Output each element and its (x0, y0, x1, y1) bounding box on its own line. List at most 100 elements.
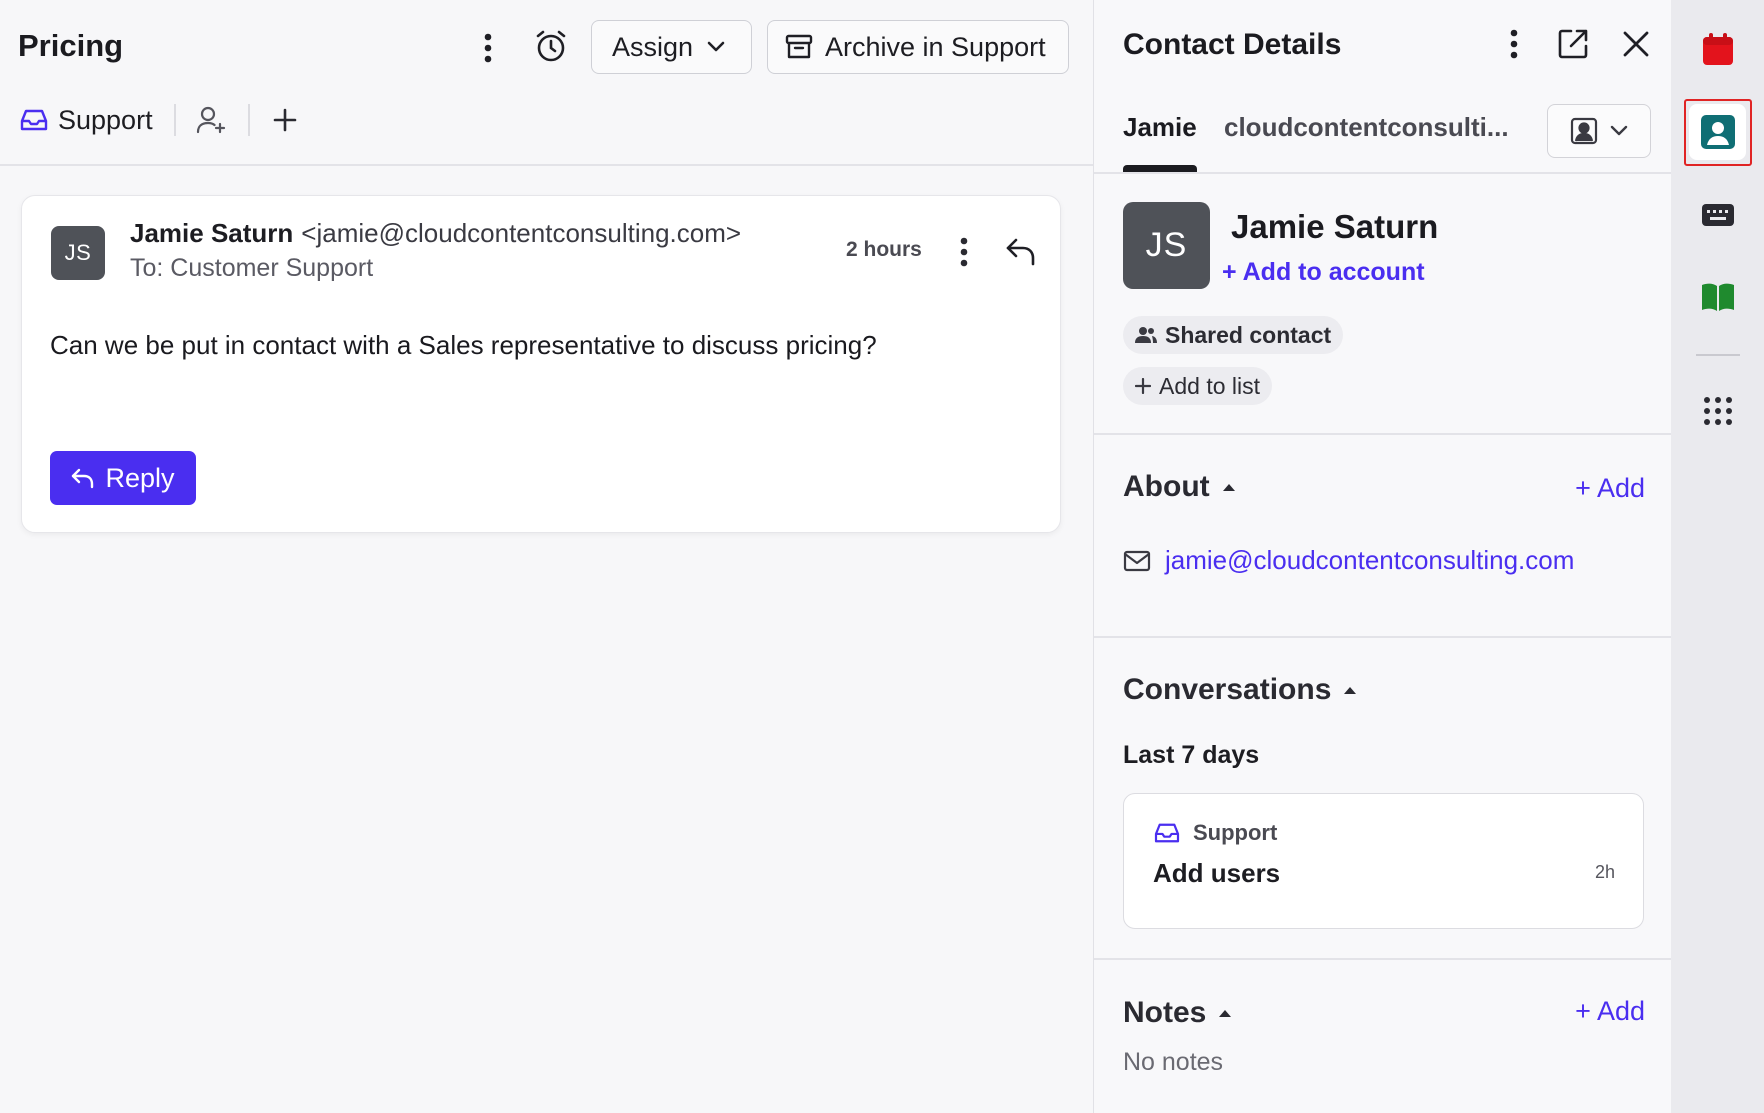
section-divider (1094, 433, 1672, 435)
contact-email-row: jamie@cloudcontentconsulting.com (1123, 545, 1574, 576)
alarm-clock-icon (533, 29, 569, 65)
shared-contact-label: Shared contact (1165, 321, 1332, 348)
conversation-pane: Pricing Assign Archive in Support Suppor… (0, 0, 1093, 1113)
add-to-list-button[interactable]: Add to list (1123, 367, 1272, 405)
app-rail (1671, 0, 1764, 1113)
notes-title: Notes (1123, 996, 1207, 1029)
archive-button[interactable]: Archive in Support (767, 20, 1069, 74)
message-card: JS Jamie Saturn <jamie@cloudcontentconsul… (21, 195, 1061, 533)
calendar-app-button[interactable] (1693, 24, 1743, 74)
sender-email: <jamie@cloudcontentconsulting.com> (301, 218, 742, 248)
users-icon (1135, 326, 1157, 344)
assign-label: Assign (612, 31, 694, 62)
assign-button[interactable]: Assign (591, 20, 752, 74)
inbox-icon (1153, 822, 1181, 844)
caret-up-icon (1343, 685, 1357, 695)
kebab-icon (1510, 29, 1518, 59)
contacts-app-button[interactable] (1689, 104, 1746, 160)
book-icon (1701, 282, 1735, 312)
add-participant-button[interactable] (194, 102, 228, 138)
contact-card-icon (1700, 114, 1736, 150)
inbox-tag[interactable]: Support (20, 100, 153, 140)
panel-title: Contact Details (1123, 28, 1342, 61)
recipient-line: To: Customer Support (130, 254, 374, 282)
conversation-title: Pricing (18, 28, 124, 63)
inbox-label: Support (58, 104, 153, 135)
rail-divider (1696, 354, 1740, 356)
active-tab-indicator (1123, 165, 1197, 172)
section-divider (1094, 958, 1672, 960)
calendar-icon (1702, 32, 1734, 66)
toolbar-divider (0, 164, 1093, 166)
plus-icon (1135, 378, 1151, 394)
archive-label: Archive in Support (825, 31, 1046, 62)
avatar: JS (51, 226, 105, 280)
user-plus-icon (196, 106, 226, 134)
divider (248, 104, 250, 136)
popout-button[interactable] (1553, 24, 1593, 64)
reply-label: Reply (105, 462, 175, 493)
conversation-item[interactable]: Support Add users 2h (1123, 793, 1644, 929)
quick-reply-button[interactable] (1002, 232, 1040, 270)
contact-name: Jamie Saturn (1231, 208, 1439, 245)
conversation-inbox: Support (1153, 820, 1277, 846)
shared-contact-badge: Shared contact (1123, 316, 1344, 354)
shortcuts-app-button[interactable] (1693, 190, 1743, 240)
conversation-inbox-label: Support (1193, 820, 1278, 845)
external-link-icon (1556, 27, 1590, 61)
caret-up-icon (1218, 1008, 1232, 1018)
conversations-title: Conversations (1123, 673, 1332, 706)
close-icon (1622, 30, 1650, 58)
reply-button[interactable]: Reply (50, 451, 196, 505)
notes-section-toggle[interactable]: Notes (1123, 996, 1232, 1030)
panel-more-button[interactable] (1502, 26, 1526, 62)
about-title: About (1123, 470, 1210, 503)
mail-icon (1123, 550, 1151, 572)
caret-up-icon (1222, 482, 1236, 492)
sender-name[interactable]: Jamie Saturn (130, 218, 293, 248)
contact-card-icon (1570, 117, 1598, 145)
tab-account[interactable]: cloudcontentconsulti... (1224, 112, 1514, 143)
about-section-toggle[interactable]: About (1123, 470, 1236, 504)
snooze-button[interactable] (530, 26, 572, 68)
message-more-button[interactable] (952, 234, 976, 270)
contact-details-panel: Contact Details Jamie cloudcontentconsul… (1093, 0, 1672, 1113)
conversation-subject: Add users (1153, 858, 1281, 888)
kebab-icon (960, 237, 968, 267)
add-to-account-link[interactable]: + Add to account (1222, 258, 1425, 287)
reply-arrow-icon (71, 467, 95, 489)
reply-arrow-icon (1005, 236, 1037, 266)
notes-add-button[interactable]: + Add (1575, 996, 1645, 1027)
inbox-icon (20, 108, 48, 132)
add-to-list-label: Add to list (1159, 372, 1260, 399)
chevron-down-icon (707, 41, 725, 53)
notes-empty-state: No notes (1123, 1048, 1224, 1076)
contact-avatar: JS (1123, 202, 1210, 289)
apps-grid-icon (1703, 396, 1733, 426)
section-divider (1094, 636, 1672, 638)
plus-icon (273, 108, 297, 132)
message-body: Can we be put in contact with a Sales re… (50, 330, 877, 360)
keyboard-icon (1701, 203, 1735, 227)
tabs-divider (1094, 172, 1672, 174)
view-switcher[interactable] (1547, 104, 1651, 158)
sender-line: Jamie Saturn <jamie@cloudcontentconsultin… (130, 218, 741, 249)
conversations-period: Last 7 days (1123, 741, 1260, 769)
conversation-toolbar: Pricing Assign Archive in Support (0, 0, 1093, 94)
add-tag-button[interactable] (268, 102, 302, 138)
archive-icon (785, 34, 813, 60)
about-add-button[interactable]: + Add (1575, 473, 1645, 504)
divider (174, 104, 176, 136)
contact-email-link[interactable]: jamie@cloudcontentconsulting.com (1165, 545, 1574, 576)
message-timestamp: 2 hours (846, 238, 922, 261)
close-panel-button[interactable] (1618, 26, 1654, 62)
conversations-section-toggle[interactable]: Conversations (1123, 673, 1357, 707)
contacts-app-button-selected[interactable] (1684, 99, 1752, 166)
more-apps-button[interactable] (1693, 386, 1743, 436)
knowledge-base-app-button[interactable] (1693, 272, 1743, 322)
kebab-icon (484, 33, 492, 63)
chevron-down-icon (1610, 125, 1628, 137)
more-options-button[interactable] (470, 28, 506, 68)
tab-contact[interactable]: Jamie (1123, 112, 1197, 143)
conversation-time: 2h (1594, 862, 1615, 882)
